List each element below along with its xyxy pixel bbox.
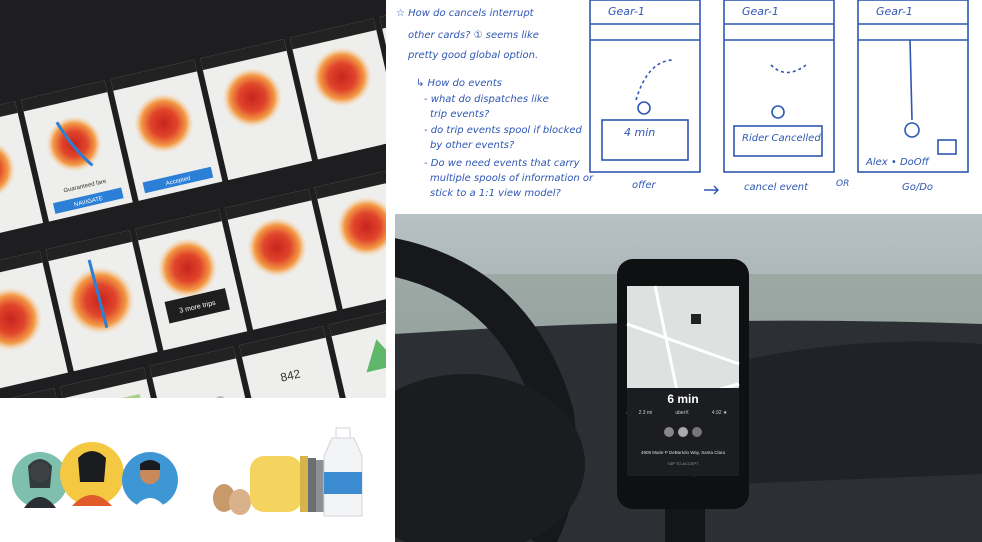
rider-avatars: [627, 424, 739, 442]
sketch-note-line: ↳ How do events: [416, 78, 502, 89]
illustration-icons-panel: [0, 398, 386, 542]
sketch-frame-header: Gear-1: [608, 5, 645, 18]
sketch-frame-go: [857, 0, 969, 173]
avatar: [678, 427, 688, 437]
driver-avatar-icon: [60, 442, 124, 506]
sketch-frame-offer: [589, 0, 701, 173]
sketch-frame-caption: offer: [632, 180, 656, 191]
sketch-frame-header: Gear-1: [742, 5, 779, 18]
illustration-icons: [12, 427, 363, 517]
sketch-frame-card: Alex • DoOff: [865, 157, 931, 168]
sketch-note-line: - what do dispatches like: [424, 94, 549, 105]
rating-value: 4.92 ★: [711, 410, 728, 416]
sketch-note-line: multiple spools of information or: [430, 173, 594, 184]
eta-label: 6 min: [667, 392, 699, 406]
sketch-note-line: stick to a 1:1 view model?: [430, 188, 562, 199]
sketch-frame-card: 4 min: [624, 126, 655, 139]
sketch-note-line: pretty good global option.: [407, 50, 538, 61]
bread-icon: [250, 456, 324, 512]
sketch-note-line: by other events?: [430, 140, 515, 151]
eggs-icon: [213, 484, 251, 515]
avatar: [692, 427, 703, 437]
car-scene-illustration: [395, 214, 982, 542]
sketch-note-line: other cards? ① seems like: [408, 30, 539, 41]
avatar: [663, 427, 674, 437]
sketch-frame-header: Gear-1: [876, 5, 913, 18]
arrow-icon: [704, 185, 719, 195]
mockup-wall-illustration: Guaranteed fare NAVIGATE Accepted 3 more…: [0, 0, 386, 398]
sketch-or-label: OR: [836, 179, 849, 189]
pickup-address: 4908 Marie P DeBartolo Way, Santa Clara: [641, 450, 725, 455]
sketch-note-line: - do trip events spool if blocked: [424, 125, 583, 136]
sketch-frame-cancel: [723, 0, 835, 173]
sketch-notes-panel: ☆ How do cancels interrupt other cards? …: [386, 0, 982, 205]
rider-avatar-icon: [12, 452, 68, 508]
product-value: uberX: [675, 410, 689, 416]
trip-stats: 2.3 mi uberX 4.92 ★: [627, 410, 739, 416]
phone-screen-card: 6 min 2.3 mi uberX 4.92 ★ 4908 Marie P D…: [627, 390, 739, 466]
distance-value: 2.3 mi: [638, 410, 653, 416]
passenger-avatar-icon: [122, 452, 178, 508]
mockup-wall-photo: Guaranteed fare NAVIGATE Accepted 3 more…: [0, 0, 386, 398]
accept-cta[interactable]: TAP TO ACCEPT: [627, 461, 739, 466]
sketch-note-line: trip events?: [430, 109, 490, 120]
milk-bottle-icon: [323, 427, 363, 517]
phone-in-car-photo: 6 min 2.3 mi uberX 4.92 ★ 4908 Marie P D…: [395, 214, 982, 542]
sketch-frame-caption: cancel event: [744, 182, 809, 193]
sketch-frame-card: Rider Cancelled: [742, 133, 821, 144]
sketch-note-line: ☆ How do cancels interrupt: [396, 8, 535, 19]
sketch-illustration: ☆ How do cancels interrupt other cards? …: [396, 0, 969, 199]
sketch-frame-caption: Go/Do: [902, 182, 933, 193]
sketch-note-line: - Do we need events that carry: [424, 158, 581, 169]
